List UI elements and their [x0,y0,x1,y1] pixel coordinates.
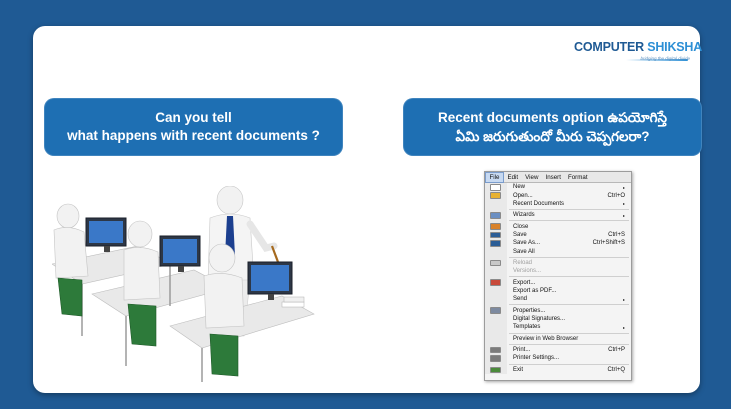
menu-item-label: Preview in Web Browser [513,335,579,342]
menu-item-export[interactable]: Export... [485,278,631,286]
menu-item-label: Digital Signatures... [513,315,566,322]
menu-item-recent-documents[interactable]: Recent Documents ▸ [485,200,631,208]
menu-item-label: Templates [513,324,541,331]
properties-icon [490,307,501,314]
menu-item-save[interactable]: Save Ctrl+S [485,231,631,239]
menu-item-save-as[interactable]: Save As... Ctrl+Shift+S [485,239,631,247]
menu-item-label: Printer Settings... [513,355,560,362]
menu-item-send[interactable]: Send ▸ [485,295,631,303]
menu-item-versions[interactable]: Versions... [485,267,631,275]
menu-item-label: Close [513,223,529,230]
menubar-view[interactable]: View [522,172,542,183]
logo-brand-accent: SHIKSHA [643,40,703,54]
menu-item-label: Properties... [513,307,546,314]
menu-item-open[interactable]: Open... Ctrl+O [485,191,631,199]
menu-item-print[interactable]: Print... Ctrl+P [485,346,631,354]
logo-tagline: bridging the digital divide [640,56,690,61]
menu-separator [509,276,629,278]
menu-item-export-as-pdf[interactable]: Export as PDF... [485,287,631,295]
submenu-arrow-icon: ▸ [622,296,625,302]
save-as-icon [490,240,501,247]
menu-item-printer-settings[interactable]: Printer Settings... [485,354,631,362]
wizard-icon [490,212,501,219]
menu-item-label: Send [513,296,528,303]
menu-item-shortcut: Ctrl+O [607,192,625,199]
telugu-question-line2: ఏమి జరుగుతుందో మీరు చెప్పగలరా? [455,129,650,144]
english-question-line2: what happens with recent documents ? [67,128,320,143]
menu-item-shortcut: Ctrl+Q [607,366,625,373]
save-icon [490,231,501,239]
menu-item-templates[interactable]: Templates ▸ [485,323,631,331]
menu-item-label: Recent Documents [513,200,565,207]
menu-separator [509,304,629,306]
logo-brand-main: COMPUTER [574,40,644,54]
menu-item-label: Save [513,231,527,238]
menu-bar: File Edit View Insert Format [485,171,631,183]
menu-item-shortcut: Ctrl+Shift+S [592,240,625,247]
menu-item-shortcut: Ctrl+P [608,347,625,354]
menu-item-label: Export as PDF... [513,287,557,294]
menu-item-preview-in-web-browser[interactable]: Preview in Web Browser [485,335,631,343]
menu-separator [509,332,629,334]
menubar-edit[interactable]: Edit [504,172,522,183]
menu-item-label: Exit [513,366,524,373]
menu-separator [509,209,629,211]
file-menu-screenshot: File Edit View Insert Format New ▸ Open... Ctrl… [484,171,632,381]
menu-item-digital-signatures[interactable]: Digital Signatures... [485,315,631,323]
menu-item-label: Print... [513,347,531,354]
menu-item-label: Versions... [513,268,542,275]
menu-item-label: Open... [513,192,533,199]
menu-item-close[interactable]: Close [485,222,631,230]
menubar-file[interactable]: File [485,171,504,183]
close-document-icon [490,223,501,230]
menu-item-properties[interactable]: Properties... [485,306,631,314]
menu-separator [509,363,629,365]
new-document-icon [490,184,501,191]
menubar-insert[interactable]: Insert [542,172,564,183]
computer-shiksha-logo: COMPUTER SHIKSHA bridging the digital di… [574,40,702,68]
menu-item-shortcut: Ctrl+S [608,231,625,238]
menubar-format[interactable]: Format [564,172,591,183]
menu-item-save-all[interactable]: Save All [485,247,631,255]
menu-item-label: Wizards [513,212,535,219]
menu-item-new[interactable]: New ▸ [485,183,631,191]
menu-item-wizards[interactable]: Wizards ▸ [485,211,631,219]
menu-item-label: Reload [513,259,533,266]
english-question-line1: Can you tell [155,110,232,125]
open-folder-icon [490,192,501,199]
menu-item-exit[interactable]: Exit Ctrl+Q [485,366,631,374]
submenu-arrow-icon: ▸ [622,212,625,218]
menu-item-label: New [513,184,526,191]
file-menu-dropdown: New ▸ Open... Ctrl+O Recent Documents ▸ Wizard… [485,183,631,374]
menu-item-label: Export... [513,279,536,286]
print-icon [490,346,501,354]
telugu-question-line1: Recent documents option ఉపయోగిస్తే [438,110,667,125]
classroom-illustration [52,186,315,382]
english-question-bubble: Can you tell what happens with recent do… [44,98,343,156]
submenu-arrow-icon: ▸ [622,184,625,190]
reload-icon [490,259,501,267]
submenu-arrow-icon: ▸ [622,201,625,207]
menu-separator [509,220,629,222]
export-icon [490,279,501,286]
menu-separator [509,343,629,345]
menu-separator [509,256,629,258]
menu-item-reload[interactable]: Reload [485,259,631,267]
printer-settings-icon [490,355,501,362]
menu-item-label: Save As... [513,240,541,247]
books [281,296,305,308]
submenu-arrow-icon: ▸ [622,324,625,330]
exit-icon [490,366,501,374]
menu-item-label: Save All [513,248,535,255]
telugu-question-bubble: Recent documents option ఉపయోగిస్తే ఏమి జ… [403,98,702,156]
